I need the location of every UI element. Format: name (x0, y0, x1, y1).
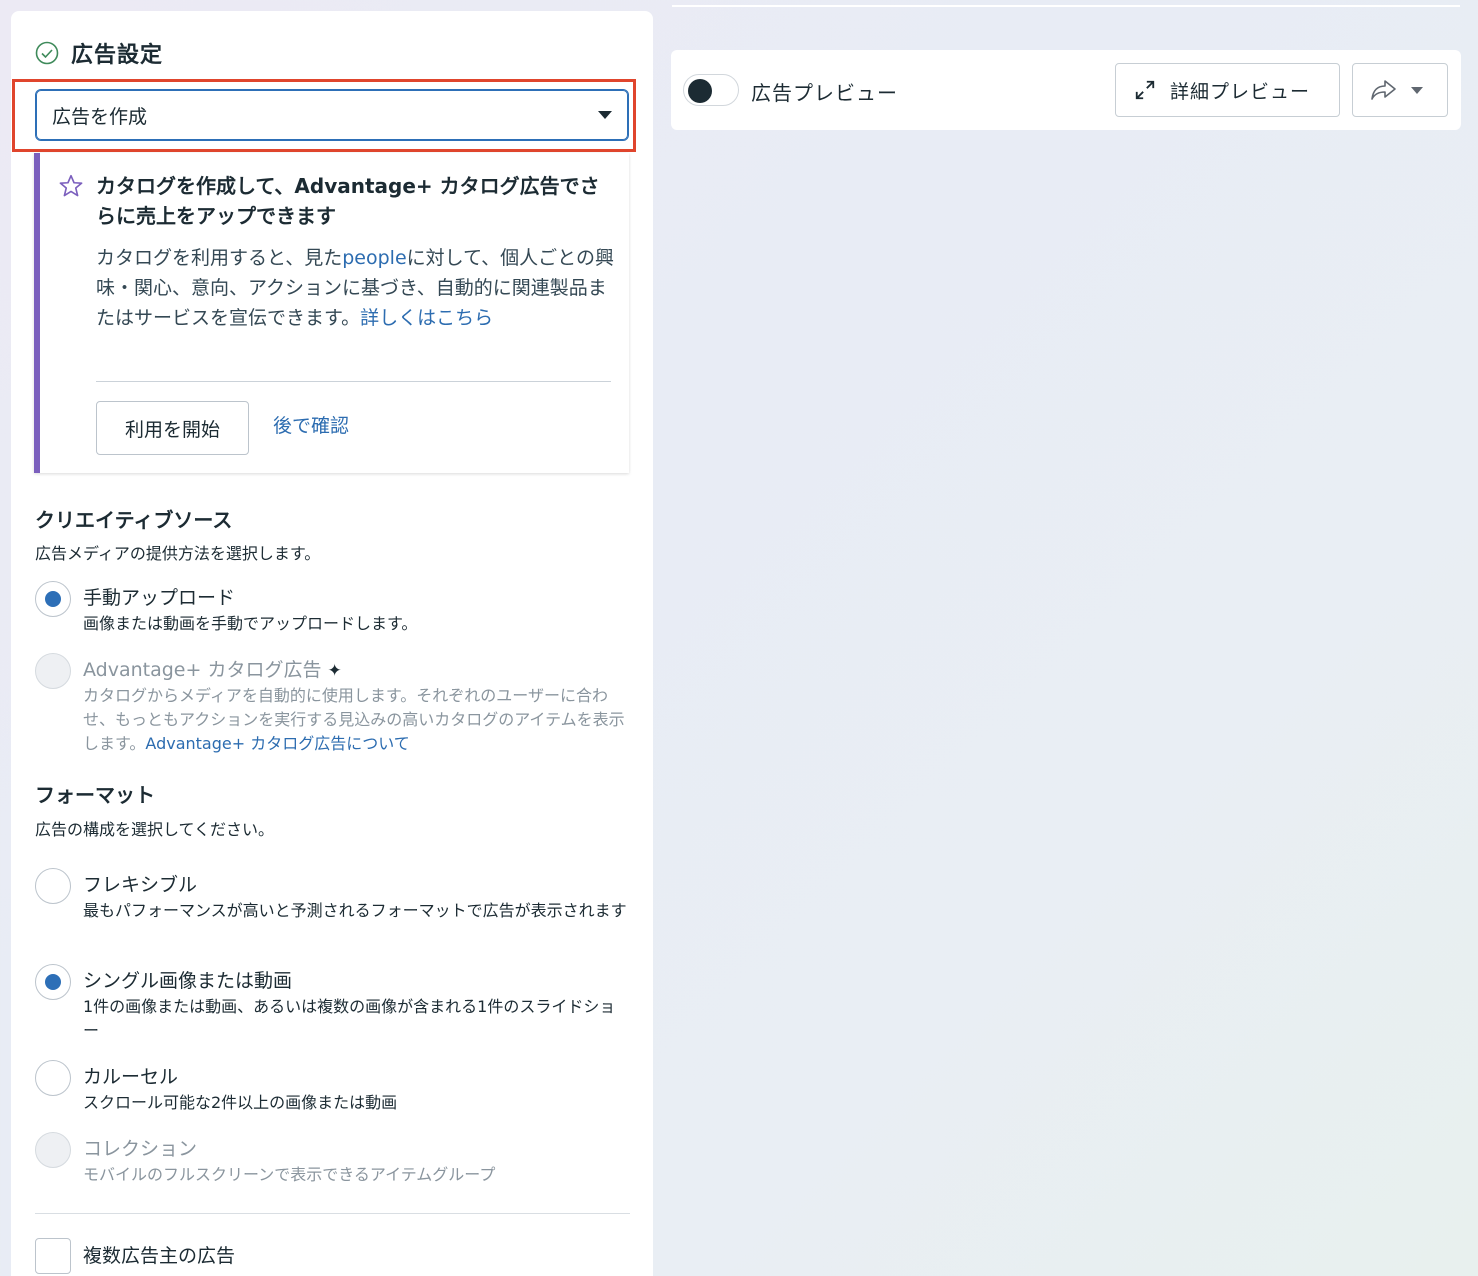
radio-label: コレクション (83, 1138, 198, 1160)
check-circle-icon (35, 41, 59, 65)
radio-description: 1件の画像または動画、あるいは複数の画像が含まれる1件のスライドショー (83, 997, 616, 1040)
radio-label: Advantage+ カタログ広告 ✦ (83, 655, 342, 682)
ad-settings-header: 広告設定 (35, 37, 163, 69)
radio-label: カルーセル (83, 1066, 179, 1088)
ad-preview-label: 広告プレビュー (751, 81, 898, 105)
radio-button (35, 653, 71, 689)
radio-button[interactable] (35, 964, 71, 1000)
multi-advertiser-checkbox[interactable] (35, 1238, 71, 1274)
radio-label: フレキシブル (83, 874, 198, 896)
ad-creation-select-value: 広告を作成 (52, 105, 148, 128)
promo-body-text-1: カタログを利用すると、見た (96, 247, 343, 269)
multi-advertiser-label: 複数広告主の広告 (83, 1245, 236, 1267)
ad-settings-title: 広告設定 (71, 43, 164, 68)
radio-description: 最もパフォーマンスが高いと予測されるフォーマットで広告が表示されます (83, 901, 627, 920)
promo-body: カタログを利用すると、見たpeopleに対して、個人ごとの興味・関心、意向、アク… (96, 243, 616, 333)
promo-title: カタログを作成して、Advantage+ カタログ広告でさらに売上をアップできま… (96, 174, 600, 228)
ad-settings-panel: 広告設定 広告を作成 カタログを作成して、Advantage+ カタログ広告でさ… (11, 11, 653, 1276)
radio-description: スクロール可能な2件以上の画像または動画 (83, 1093, 398, 1112)
creative-source-subtitle: 広告メディアの提供方法を選択します。 (35, 544, 321, 563)
section-divider (35, 1213, 630, 1214)
toggle-knob (688, 79, 712, 103)
start-button[interactable]: 利用を開始 (96, 401, 249, 455)
detail-preview-button[interactable]: 詳細プレビュー (1115, 63, 1340, 117)
ad-creation-select[interactable]: 広告を作成 (35, 89, 629, 141)
radio-button[interactable] (35, 1060, 71, 1096)
detail-preview-label: 詳細プレビュー (1170, 81, 1311, 103)
top-divider (672, 5, 1460, 7)
radio-description: 画像または動画を手動でアップロードします。 (83, 614, 418, 633)
learn-more-link[interactable]: 詳しくはこちら (360, 307, 493, 329)
radio-label: 手動アップロード (83, 587, 236, 609)
check-later-link[interactable]: 後で確認 (273, 411, 349, 438)
chevron-down-icon (1411, 86, 1423, 94)
radio-label: シングル画像または動画 (83, 970, 293, 992)
star-icon (59, 174, 83, 197)
sparkle-icon: ✦ (327, 661, 342, 681)
catalog-promo-card: カタログを作成して、Advantage+ カタログ広告でさらに売上をアップできま… (34, 153, 629, 473)
radio-description: カタログからメディアを自動的に使用します。それぞれのユーザーに合わせ、もっともア… (83, 684, 628, 756)
format-title: フォーマット (35, 783, 155, 807)
share-icon (1371, 80, 1396, 100)
share-button[interactable] (1352, 63, 1448, 117)
ad-preview-bar: 広告プレビュー 詳細プレビュー (671, 50, 1461, 130)
format-subtitle: 広告の構成を選択してください。 (35, 820, 275, 839)
promo-divider (96, 381, 611, 382)
radio-label-text: Advantage+ カタログ広告 (83, 659, 322, 681)
people-link[interactable]: people (342, 247, 406, 269)
radio-button (35, 1132, 71, 1168)
radio-description: モバイルのフルスクリーンで表示できるアイテムグループ (83, 1165, 496, 1184)
expand-icon (1135, 80, 1155, 100)
radio-button[interactable] (35, 868, 71, 904)
preview-toggle[interactable] (683, 74, 739, 106)
creative-source-title: クリエイティブソース (35, 508, 233, 532)
chevron-down-icon (598, 111, 612, 119)
radio-button[interactable] (35, 581, 71, 617)
advantage-catalog-link[interactable]: Advantage+ カタログ広告について (145, 734, 409, 753)
